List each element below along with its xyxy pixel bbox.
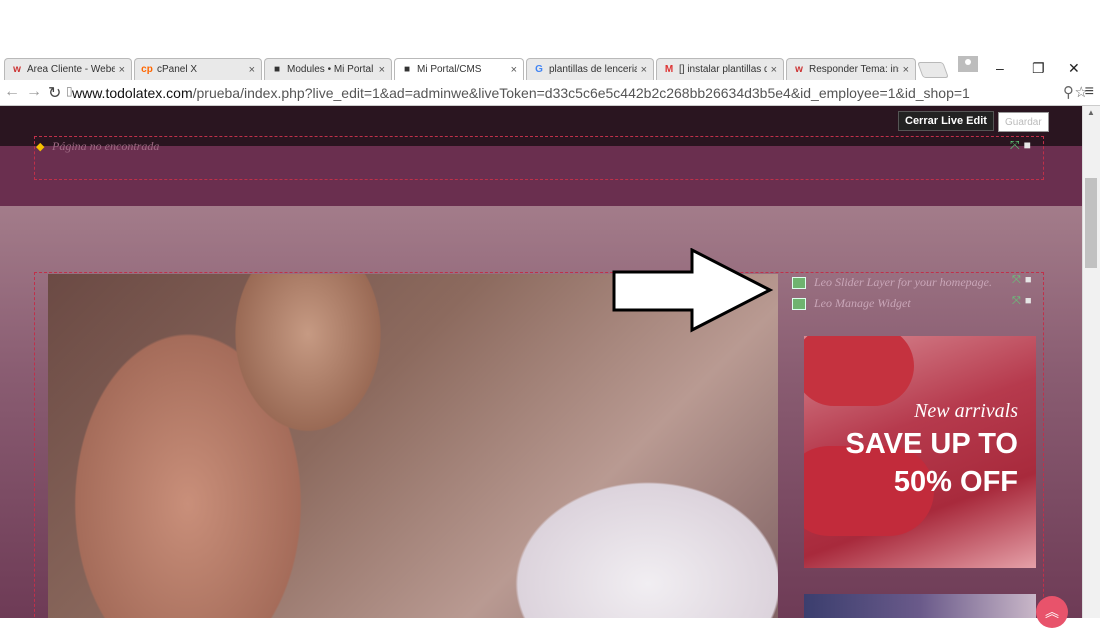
vertical-scrollbar[interactable]: ▲ (1082, 106, 1100, 618)
browser-menu-icon[interactable]: ≡ (1085, 83, 1094, 101)
tab-label: Mi Portal/CMS (417, 64, 482, 75)
gmail-icon: M (664, 64, 674, 75)
tab-label: plantillas de lenceria (549, 64, 637, 75)
close-icon[interactable]: × (641, 64, 647, 76)
webempresa-icon: w (13, 64, 21, 75)
tab-label: cPanel X (157, 64, 198, 75)
minimize-icon[interactable]: – (996, 60, 1004, 76)
tab-cpanel[interactable]: cp cPanel X × (134, 58, 262, 80)
scroll-up-icon[interactable]: ▲ (1087, 108, 1095, 117)
tab-responder[interactable]: w Responder Tema: ins × (786, 58, 916, 80)
close-icon[interactable]: × (249, 64, 255, 76)
widget-leo-manage[interactable]: Leo Manage Widget (792, 296, 911, 311)
restore-icon[interactable]: ❐ (1032, 60, 1045, 77)
url-path: /prueba/index.php?live_edit=1&ad=adminwe… (192, 85, 970, 101)
tab-plantillas[interactable]: G plantillas de lenceria × (526, 58, 654, 80)
zoom-icon[interactable]: ⚲ (1063, 83, 1074, 101)
page-viewport: Cerrar Live Edit Guardar ◆ Página no enc… (0, 106, 1082, 618)
address-bar: ← → ↻ ▯ www.todolatex.com/prueba/index.p… (0, 80, 1100, 106)
trash-icon[interactable]: ■ (1025, 274, 1032, 286)
close-icon[interactable]: × (511, 64, 517, 76)
google-icon: G (535, 64, 543, 75)
promo-banner[interactable]: New arrivals SAVE UP TO 50% OFF (804, 336, 1036, 568)
tab-strip: w Área Cliente - Webe × cp cPanel X × ■ … (0, 56, 1100, 80)
webempresa-icon: w (795, 64, 803, 75)
prestashop-icon: ■ (273, 64, 281, 75)
move-icon[interactable]: ⤧ ■ (1012, 295, 1031, 308)
promo-banner-2[interactable] (804, 594, 1036, 618)
tab-area-cliente[interactable]: w Área Cliente - Webe × (4, 58, 132, 80)
widget-label: Leo Slider Layer for your homepage. (814, 275, 992, 289)
scroll-thumb[interactable] (1085, 178, 1097, 268)
reload-icon[interactable]: ↻ (48, 83, 61, 103)
back-icon[interactable]: ← (4, 83, 20, 101)
tab-label: Área Cliente - Webe (27, 64, 115, 75)
promo-new-arrivals: New arrivals (914, 400, 1018, 422)
move-icon[interactable]: ⤧ ■ (1010, 138, 1031, 153)
forward-icon[interactable]: → (26, 83, 42, 101)
close-icon[interactable]: × (771, 64, 777, 76)
tab-modules[interactable]: ■ Modules • Mi Portal × (264, 58, 392, 80)
close-icon[interactable]: × (903, 64, 909, 76)
double-chevron-up-icon: ︽ (1045, 604, 1059, 620)
close-live-edit-button[interactable]: Cerrar Live Edit (898, 111, 994, 131)
warning-icon: ◆ (36, 141, 45, 153)
prestashop-icon: ■ (403, 64, 411, 75)
move-icon[interactable]: ⤧ ■ (1012, 274, 1031, 287)
trash-icon[interactable]: ■ (1024, 138, 1031, 152)
url-input[interactable]: www.todolatex.com/prueba/index.php?live_… (72, 85, 970, 101)
tab-label: Responder Tema: ins (809, 64, 899, 75)
promo-discount: 50% OFF (893, 466, 1018, 498)
close-icon[interactable]: × (379, 64, 385, 76)
window-close-icon[interactable]: ✕ (1068, 60, 1080, 77)
tab-gmail[interactable]: M [] instalar plantillas d × (656, 58, 784, 80)
profile-icon[interactable] (958, 56, 978, 72)
annotation-arrow-icon (612, 248, 774, 333)
new-tab-button[interactable] (917, 62, 949, 78)
trash-icon[interactable]: ■ (1025, 295, 1032, 307)
widget-leo-slider[interactable]: Leo Slider Layer for your homepage. (792, 275, 992, 290)
image-icon (792, 297, 806, 310)
widget-label: Leo Manage Widget (814, 296, 911, 310)
url-host: www.todolatex.com (72, 85, 193, 101)
window-top-area (0, 0, 1100, 56)
cpanel-icon: cp (141, 64, 153, 75)
close-icon[interactable]: × (119, 64, 125, 76)
tab-mi-portal-cms[interactable]: ■ Mi Portal/CMS × (394, 58, 524, 80)
not-found-text: Página no encontrada (52, 139, 160, 153)
tab-label: Modules • Mi Portal (287, 64, 374, 75)
tab-label: [] instalar plantillas d (679, 64, 767, 75)
module-outline (34, 136, 1044, 180)
back-to-top-button[interactable]: ︽ (1036, 596, 1068, 628)
promo-save-up-to: SAVE UP TO (845, 428, 1018, 460)
image-icon (792, 276, 806, 289)
save-button[interactable]: Guardar (998, 112, 1049, 132)
promo-image-shape (804, 336, 914, 406)
